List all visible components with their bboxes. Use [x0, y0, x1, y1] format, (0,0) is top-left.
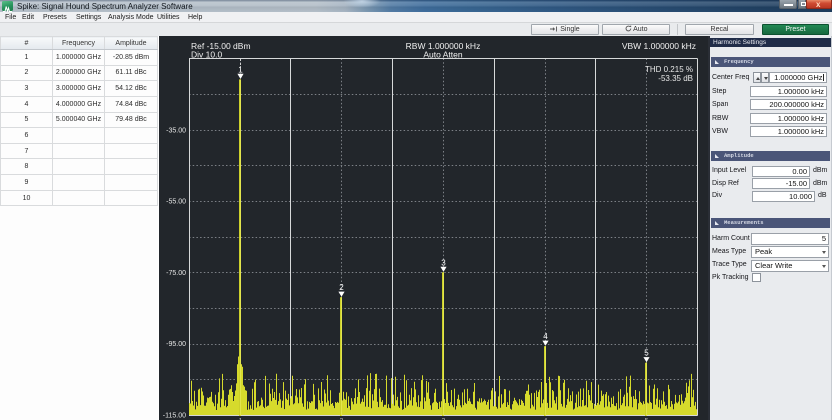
- svg-text:-55.00: -55.00: [166, 199, 186, 206]
- svg-text:-35.00: -35.00: [166, 127, 186, 134]
- svg-text:VBW 1.000000 kHz: VBW 1.000000 kHz: [622, 41, 696, 51]
- svg-text:5: 5: [644, 349, 649, 358]
- svg-text:1: 1: [238, 65, 243, 74]
- svg-text:3: 3: [441, 258, 446, 267]
- svg-text:2: 2: [339, 283, 344, 292]
- svg-text:Div 10.0: Div 10.0: [191, 50, 222, 60]
- svg-text:4: 4: [543, 332, 548, 341]
- svg-text:Auto Atten: Auto Atten: [423, 50, 462, 60]
- svg-text:-115.00: -115.00: [163, 413, 186, 420]
- svg-text:-95.00: -95.00: [166, 341, 186, 348]
- svg-text:-53.35 dB: -53.35 dB: [658, 74, 693, 83]
- svg-text:-75.00: -75.00: [166, 270, 186, 277]
- svg-text:THD 0.215 %: THD 0.215 %: [645, 65, 693, 74]
